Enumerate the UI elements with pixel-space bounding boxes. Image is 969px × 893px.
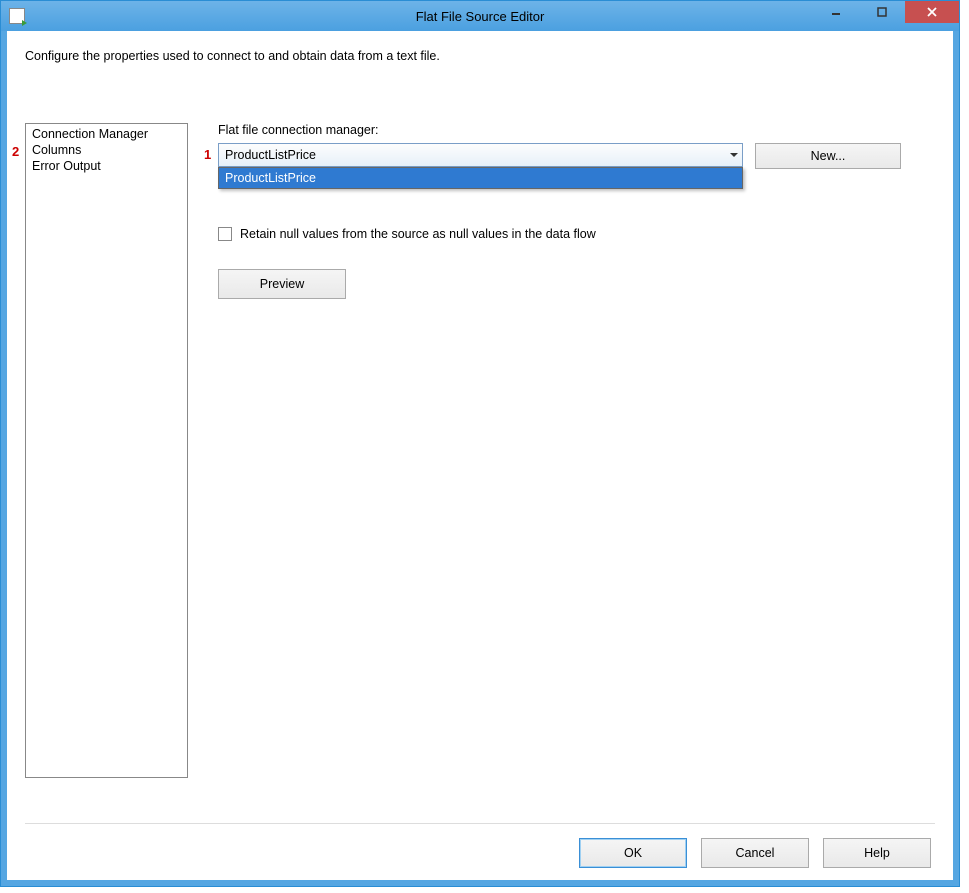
preview-row: Preview bbox=[218, 269, 935, 299]
nav-item-connection-manager[interactable]: Connection Manager bbox=[26, 126, 187, 142]
client-area: Configure the properties used to connect… bbox=[1, 31, 959, 886]
ok-button[interactable]: OK bbox=[579, 838, 687, 868]
main-panel: Flat file connection manager: 1 ProductL… bbox=[188, 123, 935, 813]
chevron-down-icon bbox=[730, 153, 738, 157]
new-connection-button[interactable]: New... bbox=[755, 143, 901, 169]
connection-manager-dropdown[interactable]: ProductListPrice bbox=[218, 143, 743, 167]
connection-manager-dropdown-list: ProductListPrice bbox=[218, 167, 743, 189]
dialog-window: Flat File Source Editor Configure the pr… bbox=[0, 0, 960, 887]
annotation-marker-2: 2 bbox=[12, 144, 19, 159]
retain-null-label: Retain null values from the source as nu… bbox=[240, 227, 596, 241]
close-button[interactable] bbox=[905, 1, 959, 23]
minimize-button[interactable] bbox=[813, 1, 859, 23]
preview-button[interactable]: Preview bbox=[218, 269, 346, 299]
retain-null-row: Retain null values from the source as nu… bbox=[218, 227, 935, 241]
titlebar[interactable]: Flat File Source Editor bbox=[1, 1, 959, 31]
content-area: Configure the properties used to connect… bbox=[7, 31, 953, 880]
annotation-marker-1: 1 bbox=[204, 147, 211, 162]
body: 2 Connection Manager Columns Error Outpu… bbox=[25, 123, 935, 813]
footer-separator bbox=[25, 823, 935, 824]
help-button[interactable]: Help bbox=[823, 838, 931, 868]
maximize-icon bbox=[877, 7, 887, 17]
nav-item-error-output[interactable]: Error Output bbox=[26, 158, 187, 174]
connection-manager-combo-wrap: ProductListPrice ProductListPrice bbox=[218, 143, 743, 167]
window-controls bbox=[813, 1, 959, 31]
retain-null-checkbox[interactable] bbox=[218, 227, 232, 241]
dialog-description: Configure the properties used to connect… bbox=[25, 49, 935, 63]
connection-manager-option[interactable]: ProductListPrice bbox=[219, 168, 742, 188]
file-source-icon bbox=[9, 8, 25, 24]
connection-manager-selected: ProductListPrice bbox=[225, 148, 316, 162]
cancel-button[interactable]: Cancel bbox=[701, 838, 809, 868]
connection-manager-row: 1 ProductListPrice ProductListPrice New.… bbox=[218, 143, 935, 169]
nav-item-columns[interactable]: Columns bbox=[26, 142, 187, 158]
footer: OK Cancel Help bbox=[25, 838, 935, 868]
nav-panel: 2 Connection Manager Columns Error Outpu… bbox=[25, 123, 188, 778]
close-icon bbox=[926, 6, 938, 18]
minimize-icon bbox=[831, 7, 841, 17]
maximize-button[interactable] bbox=[859, 1, 905, 23]
connection-manager-label: Flat file connection manager: bbox=[218, 123, 935, 137]
